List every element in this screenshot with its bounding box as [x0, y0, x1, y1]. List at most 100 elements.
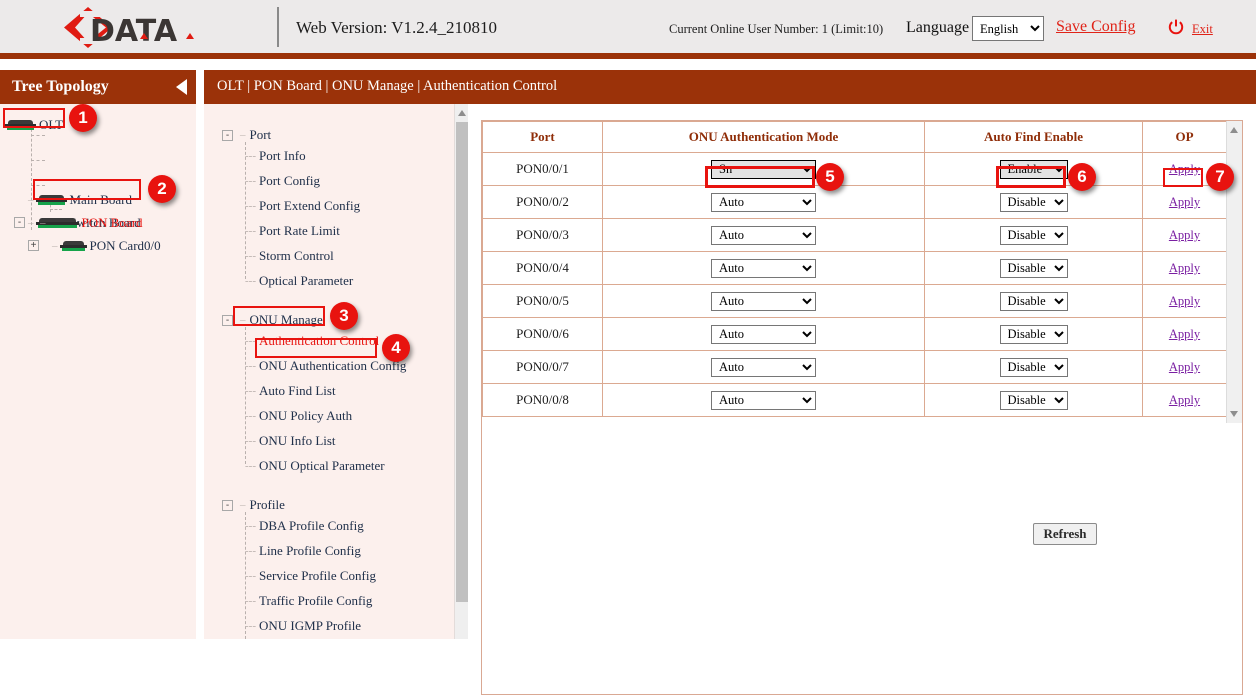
column-header-op: OP [1143, 122, 1227, 153]
menu-item-auto-find-list[interactable]: --- Auto Find List [245, 381, 336, 401]
cell-port: PON0/0/7 [483, 351, 603, 384]
scroll-up-icon[interactable] [458, 110, 466, 116]
cell-auto: Disable [925, 219, 1143, 252]
expander-profile[interactable]: - [222, 500, 233, 511]
menu-group-label: Profile [250, 497, 285, 513]
menu-item-label: Service Profile Config [259, 568, 376, 584]
table-row: PON0/0/1 Sn Enable Apply [483, 153, 1227, 186]
auto-find-enable-select[interactable]: Disable [1000, 292, 1068, 311]
onu-auth-mode-select[interactable]: Sn [711, 160, 816, 179]
cell-port: PON0/0/1 [483, 153, 603, 186]
apply-link[interactable]: Apply [1169, 261, 1200, 275]
tree-node-main-board[interactable]: – Main Board [28, 189, 132, 211]
auto-find-enable-select[interactable]: Enable [1000, 160, 1068, 179]
menu-scrollbar[interactable] [454, 104, 468, 639]
menu-item-line-profile-config[interactable]: --- Line Profile Config [245, 541, 361, 561]
expander-port[interactable]: - [222, 130, 233, 141]
cell-auto: Disable [925, 285, 1143, 318]
menu-item-port-rate-limit[interactable]: --- Port Rate Limit [245, 221, 340, 241]
cell-mode: Sn [603, 153, 925, 186]
expander-pon-board[interactable]: - [14, 217, 25, 228]
menu-branch-dash: – [240, 129, 246, 141]
apply-link[interactable]: Apply [1169, 327, 1200, 341]
exit-link[interactable]: Exit [1192, 22, 1213, 37]
annotation-badge-7: 7 [1206, 163, 1234, 191]
tree-node-label: OLT [39, 117, 63, 133]
menu-item-onu-optical-parameter[interactable]: --- ONU Optical Parameter [245, 456, 385, 476]
menu-item-authentication-control[interactable]: --- Authentication Control [245, 331, 379, 351]
onu-auth-mode-select[interactable]: Auto [711, 325, 816, 344]
menu-item-storm-control[interactable]: --- Storm Control [245, 246, 334, 266]
web-version-label: Web Version: V1.2.4_210810 [296, 18, 497, 38]
save-config-link[interactable]: Save Config [1056, 18, 1136, 36]
menu-item-optical-parameter[interactable]: --- Optical Parameter [245, 271, 353, 291]
auto-find-enable-select[interactable]: Disable [1000, 226, 1068, 245]
tree-topology-title: Tree Topology [12, 78, 109, 96]
annotation-badge-4: 4 [382, 334, 410, 362]
apply-link[interactable]: Apply [1169, 228, 1200, 242]
menu-branch-dash: --- [245, 335, 256, 347]
menu-item-dba-profile-config[interactable]: --- DBA Profile Config [245, 516, 364, 536]
auto-find-enable-select[interactable]: Disable [1000, 325, 1068, 344]
onu-auth-mode-select[interactable]: Auto [711, 193, 816, 212]
menu-item-service-profile-config[interactable]: --- Service Profile Config [245, 566, 376, 586]
tree-node-pon-board[interactable]: – PON Board [40, 212, 143, 234]
menu-scrollbar-thumb[interactable] [456, 122, 468, 602]
content-area: OLT | PON Board | ONU Manage | Authentic… [204, 70, 1256, 639]
menu-item-label: ONU Optical Parameter [259, 458, 385, 474]
onu-auth-mode-select[interactable]: Auto [711, 292, 816, 311]
tree-node-olt[interactable]: OLT [5, 114, 63, 136]
apply-link[interactable]: Apply [1169, 162, 1200, 176]
onu-auth-mode-select[interactable]: Auto [711, 259, 816, 278]
apply-link[interactable]: Apply [1169, 294, 1200, 308]
menu-group-profile[interactable]: – Profile [240, 495, 285, 515]
apply-link[interactable]: Apply [1169, 393, 1200, 407]
menu-item-label: Port Config [259, 173, 320, 189]
auto-find-enable-select[interactable]: Disable [1000, 259, 1068, 278]
tree-branch-dash: – [40, 217, 46, 229]
menu-branch-dash: --- [245, 275, 256, 287]
refresh-button[interactable]: Refresh [1033, 523, 1097, 545]
menu-item-onu-authentication-config[interactable]: --- ONU Authentication Config [245, 356, 406, 376]
cell-auto: Disable [925, 252, 1143, 285]
annotation-badge-5: 5 [816, 163, 844, 191]
expander-onu-manage[interactable]: - [222, 315, 233, 326]
device-icon [48, 218, 79, 229]
tree-topology-panel: Tree Topology OLT – Main Board – Switch … [0, 70, 196, 639]
cell-port: PON0/0/5 [483, 285, 603, 318]
menu-item-traffic-profile-config[interactable]: --- Traffic Profile Config [245, 591, 372, 611]
menu-group-onu-manage[interactable]: – ONU Manage [240, 310, 323, 330]
menu-branch-dash: --- [245, 225, 256, 237]
menu-item-onu-info-list[interactable]: --- ONU Info List [245, 431, 336, 451]
cell-op: Apply [1143, 285, 1227, 318]
onu-auth-mode-select[interactable]: Auto [711, 358, 816, 377]
menu-item-label: Optical Parameter [259, 273, 353, 289]
menu-item-onu-policy-auth[interactable]: --- ONU Policy Auth [245, 406, 352, 426]
cell-auto: Disable [925, 318, 1143, 351]
onu-auth-mode-select[interactable]: Auto [711, 226, 816, 245]
apply-link[interactable]: Apply [1169, 195, 1200, 209]
cell-port: PON0/0/4 [483, 252, 603, 285]
menu-item-port-extend-config[interactable]: --- Port Extend Config [245, 196, 360, 216]
scroll-up-icon[interactable] [1230, 127, 1238, 133]
apply-link[interactable]: Apply [1169, 360, 1200, 374]
auto-find-enable-select[interactable]: Disable [1000, 391, 1068, 410]
device-icon [5, 120, 36, 131]
auto-find-enable-select[interactable]: Disable [1000, 193, 1068, 212]
menu-item-onu-igmp-profile[interactable]: --- ONU IGMP Profile [245, 616, 361, 636]
auto-find-enable-select[interactable]: Disable [1000, 358, 1068, 377]
table-row: PON0/0/4 Auto Disable Apply [483, 252, 1227, 285]
menu-item-port-info[interactable]: --- Port Info [245, 146, 306, 166]
scroll-down-icon[interactable] [1230, 411, 1238, 417]
menu-item-port-config[interactable]: --- Port Config [245, 171, 320, 191]
menu-tree-panel: - – Port --- Port Info --- Port Config -… [204, 104, 460, 639]
menu-branch-dash: --- [245, 410, 256, 422]
collapse-panel-icon[interactable] [176, 79, 187, 95]
cell-auto: Enable [925, 153, 1143, 186]
language-select[interactable]: English [972, 16, 1044, 41]
menu-branch-dash: --- [245, 250, 256, 262]
tree-node-pon-card[interactable]: – PON Card0/0 [52, 235, 161, 257]
onu-auth-mode-select[interactable]: Auto [711, 391, 816, 410]
cell-port: PON0/0/8 [483, 384, 603, 417]
expander-pon-card[interactable]: + [28, 240, 39, 251]
